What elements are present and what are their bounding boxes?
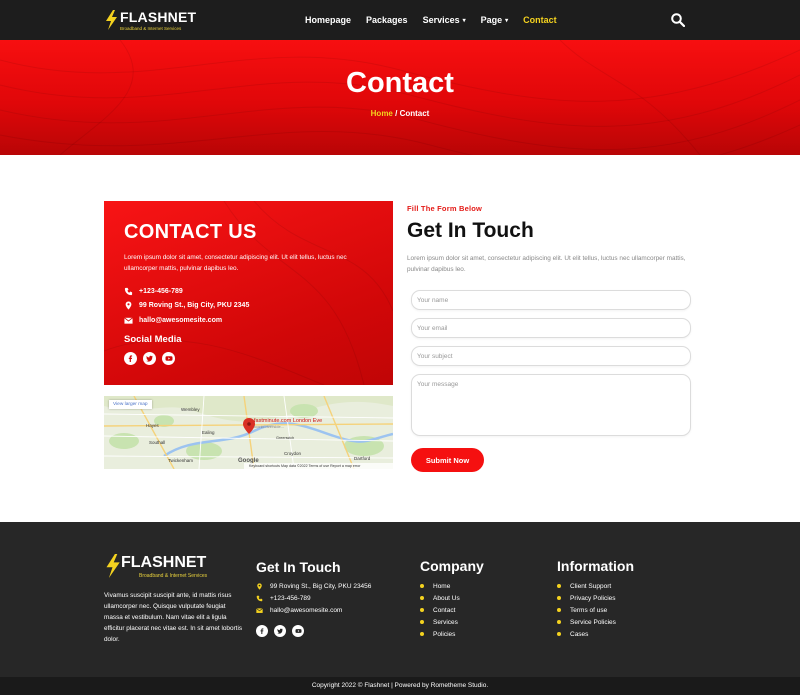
footer-social-icons xyxy=(256,625,304,637)
top-navbar: FLASHNET Broadband & Internet Services H… xyxy=(0,0,800,40)
social-icons xyxy=(124,352,175,365)
page-title: Contact xyxy=(346,67,454,99)
footer-link-about-us[interactable]: About Us xyxy=(420,592,460,604)
bullet-icon xyxy=(557,608,561,612)
chevron-down-icon: ▾ xyxy=(462,17,466,24)
footer-brand-name: FLASHNET xyxy=(121,554,207,571)
message-textarea[interactable] xyxy=(411,374,691,436)
footer-about: Vivamus suscipit suscipit ante, id matti… xyxy=(104,592,243,643)
bullet-icon xyxy=(557,596,561,600)
footer-information-list: Client Support Privacy Policies Terms of… xyxy=(557,580,616,640)
view-larger-map-link[interactable]: View larger map xyxy=(109,400,152,409)
footer-link-client-support[interactable]: Client Support xyxy=(557,580,616,592)
footer-company-title: Company xyxy=(420,558,484,574)
footer-company-list: Home About Us Contact Services Policies xyxy=(420,580,460,640)
phone-icon xyxy=(256,595,263,602)
contact-card-title: CONTACT US xyxy=(124,221,257,243)
contact-phone[interactable]: +123-456-789 xyxy=(124,287,183,296)
nav-homepage[interactable]: Homepage xyxy=(305,15,351,25)
nav-page[interactable]: Page ▾ xyxy=(481,15,509,25)
brand-name: FLASHNET xyxy=(120,9,197,25)
map-place: Ealing xyxy=(202,430,215,435)
contact-card: CONTACT US Lorem ipsum dolor sit amet, c… xyxy=(104,201,393,385)
bullet-icon xyxy=(557,620,561,624)
youtube-icon[interactable] xyxy=(162,352,175,365)
footer-email[interactable]: hallo@awesomesite.com xyxy=(256,607,342,614)
subject-input[interactable] xyxy=(411,346,691,366)
envelope-icon xyxy=(256,608,263,613)
envelope-icon xyxy=(124,317,133,324)
footer-link-service-policies[interactable]: Service Policies xyxy=(557,616,616,628)
footer-link-privacy-policies[interactable]: Privacy Policies xyxy=(557,592,616,604)
contact-card-lead: Lorem ipsum dolor sit amet, consectetur … xyxy=(124,254,347,272)
map-attribution: Keyboard shortcuts Map data ©2022 Terms … xyxy=(244,463,393,469)
footer-get-in-touch-title: Get In Touch xyxy=(256,559,341,575)
contact-email[interactable]: hallo@awesomesite.com xyxy=(124,316,222,325)
location-map[interactable]: View larger map fastminute.com London Ev… xyxy=(104,396,393,469)
facebook-icon[interactable] xyxy=(256,625,268,637)
footer-link-cases[interactable]: Cases xyxy=(557,628,616,640)
footer-address: 99 Roving St., Big City, PKU 23456 xyxy=(256,583,371,590)
breadcrumb-separator: / xyxy=(392,109,400,118)
map-place: Dartford xyxy=(354,456,371,461)
brand-tagline: Broadband & Internet Services xyxy=(120,26,182,31)
bolt-icon xyxy=(106,554,120,578)
nav-contact[interactable]: Contact xyxy=(523,15,557,25)
map-place: Southall xyxy=(149,440,166,445)
form-lead: Lorem ipsum dolor sit amet, consectetur … xyxy=(407,255,686,273)
email-input[interactable] xyxy=(411,318,691,338)
main-menu: Homepage Packages Services ▾ Page ▾ Contac… xyxy=(305,0,572,40)
footer-brand-tagline: Broadband & Internet Services xyxy=(139,573,208,579)
breadcrumb-home[interactable]: Home xyxy=(371,109,393,118)
twitter-icon[interactable] xyxy=(143,352,156,365)
footer-logo[interactable]: FLASHNET Broadband & Internet Services xyxy=(104,554,207,579)
submit-button[interactable]: Submit Now xyxy=(411,448,484,472)
form-pretitle: Fill The Form Below xyxy=(407,204,483,213)
bullet-icon xyxy=(420,584,424,588)
brand-logo[interactable]: FLASHNET Broadband & Internet Services xyxy=(104,10,196,32)
bullet-icon xyxy=(557,632,561,636)
map-place: Twickenham xyxy=(168,458,194,463)
footer-link-policies[interactable]: Policies xyxy=(420,628,460,640)
breadcrumb-current: Contact xyxy=(399,109,430,118)
footer-link-terms-of-use[interactable]: Terms of use xyxy=(557,604,616,616)
site-footer: FLASHNET Broadband & Internet Services V… xyxy=(0,522,800,677)
location-pin-icon xyxy=(125,301,132,310)
page-hero: Contact Home / Contact xyxy=(0,40,800,155)
twitter-icon[interactable] xyxy=(274,625,286,637)
bullet-icon xyxy=(420,632,424,636)
chevron-down-icon: ▾ xyxy=(505,17,509,24)
bullet-icon xyxy=(420,596,424,600)
footer-link-services[interactable]: Services xyxy=(420,616,460,628)
map-pin-label: fastminute.com London Eve Iconic riversid… xyxy=(254,418,323,429)
bolt-icon xyxy=(106,10,117,30)
map-place: Wembley xyxy=(181,407,200,412)
location-pin-icon xyxy=(257,583,262,590)
phone-icon xyxy=(124,287,133,296)
contact-address: 99 Roving St., Big City, PKU 2345 xyxy=(124,301,249,310)
footer-link-home[interactable]: Home xyxy=(420,580,460,592)
bullet-icon xyxy=(420,620,424,624)
social-media-title: Social Media xyxy=(124,334,182,345)
footer-information-title: Information xyxy=(557,558,634,574)
bullet-icon xyxy=(420,608,424,612)
map-place: Greenwich xyxy=(276,436,295,440)
map-place: Croydon xyxy=(284,451,302,456)
bullet-icon xyxy=(557,584,561,588)
footer-phone[interactable]: +123-456-789 xyxy=(256,595,311,602)
youtube-icon[interactable] xyxy=(292,625,304,637)
footer-link-contact[interactable]: Contact xyxy=(420,604,460,616)
copyright-bar: Copyright 2022 © Flashnet | Powered by R… xyxy=(0,677,800,695)
facebook-icon[interactable] xyxy=(124,352,137,365)
map-place: Hayes xyxy=(146,423,159,428)
nav-services[interactable]: Services ▾ xyxy=(423,15,466,25)
breadcrumb: Home / Contact xyxy=(0,109,800,118)
search-icon[interactable] xyxy=(671,13,685,27)
form-title: Get In Touch xyxy=(407,219,534,242)
nav-packages[interactable]: Packages xyxy=(366,15,408,25)
name-input[interactable] xyxy=(411,290,691,310)
